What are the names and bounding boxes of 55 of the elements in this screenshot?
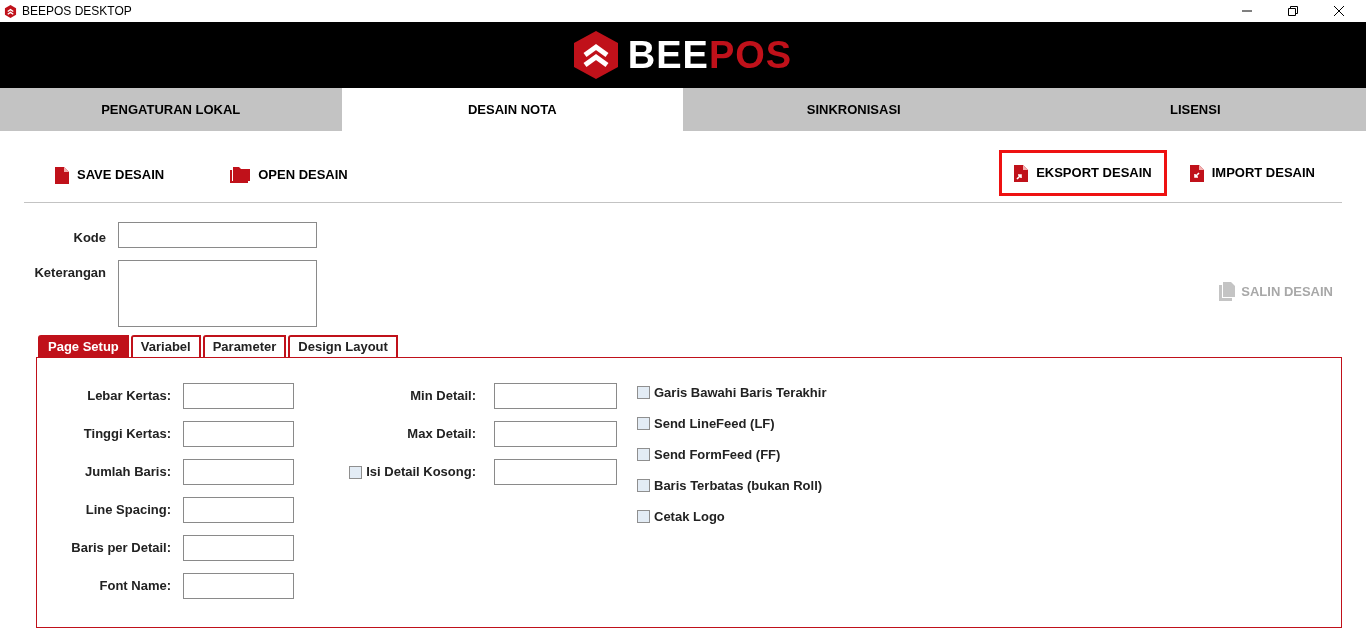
main-tab[interactable]: PENGATURAN LOKAL bbox=[0, 88, 342, 131]
restore-icon bbox=[1288, 6, 1298, 16]
input-field[interactable] bbox=[183, 535, 294, 561]
input-field[interactable] bbox=[183, 459, 294, 485]
field-label: Isi Detail Kosong: bbox=[366, 463, 476, 482]
field-label: Min Detail: bbox=[410, 387, 476, 406]
toolbar-button[interactable]: EKSPORT DESAIN bbox=[999, 150, 1167, 196]
toolbar-button[interactable]: IMPORT DESAIN bbox=[1174, 150, 1330, 196]
field-label: Line Spacing: bbox=[84, 501, 171, 520]
sub-tab[interactable]: Design Layout bbox=[288, 335, 398, 357]
logo-text: BEEPOS bbox=[627, 32, 793, 78]
checkbox-label: Baris Terbatas (bukan Roll) bbox=[654, 476, 823, 495]
text-area[interactable] bbox=[118, 260, 317, 327]
field-label: Baris per Detail: bbox=[70, 539, 171, 558]
input-field[interactable] bbox=[183, 383, 294, 409]
field-label: Tinggi Kertas: bbox=[82, 425, 171, 444]
main-tab[interactable]: SINKRONISASI bbox=[683, 88, 1025, 131]
field-label: Keterangan bbox=[33, 264, 106, 282]
checkbox[interactable] bbox=[637, 386, 650, 399]
toolbar-button[interactable]: SAVE DESAIN bbox=[40, 152, 180, 198]
input-field[interactable] bbox=[183, 573, 294, 599]
field-label: Font Name: bbox=[98, 577, 171, 596]
field-label: Max Detail: bbox=[407, 425, 476, 444]
checkbox-label: Garis Bawahi Baris Terakhir bbox=[654, 383, 827, 402]
checkbox-label: Cetak Logo bbox=[654, 507, 725, 526]
checkbox[interactable] bbox=[349, 465, 363, 479]
close-icon bbox=[1334, 6, 1344, 16]
document-icon bbox=[55, 166, 69, 184]
checkbox-label: Send LineFeed (LF) bbox=[654, 414, 775, 433]
window-title: BEEPOS DESKTOP bbox=[22, 3, 132, 20]
checkbox[interactable] bbox=[637, 417, 650, 430]
checkbox[interactable] bbox=[637, 448, 650, 461]
input-field[interactable] bbox=[494, 421, 617, 447]
field-label: Kode bbox=[72, 229, 106, 247]
input-field[interactable] bbox=[183, 497, 294, 523]
main-tab[interactable]: LISENSI bbox=[1024, 88, 1366, 131]
sub-tab[interactable]: Page Setup bbox=[38, 335, 129, 357]
input-field[interactable] bbox=[494, 459, 617, 485]
hexagon-logo-icon bbox=[573, 31, 618, 79]
sub-tab[interactable]: Parameter bbox=[202, 335, 287, 357]
app-logo-icon bbox=[4, 4, 17, 18]
checkbox[interactable] bbox=[637, 479, 650, 492]
field-label: Jumlah Baris: bbox=[84, 463, 171, 482]
folder-icon bbox=[230, 167, 251, 183]
document-arrow-icon bbox=[1014, 164, 1029, 182]
input-field[interactable] bbox=[118, 222, 317, 248]
input-field[interactable] bbox=[183, 421, 294, 447]
document-arrow-icon bbox=[1189, 164, 1204, 182]
checkbox[interactable] bbox=[637, 510, 650, 523]
sub-tab[interactable]: Variabel bbox=[130, 335, 201, 357]
toolbar-button[interactable]: OPEN DESAIN bbox=[215, 152, 363, 198]
field-label: Lebar Kertas: bbox=[86, 387, 171, 406]
input-field[interactable] bbox=[494, 383, 617, 409]
checkbox-label: Send FormFeed (FF) bbox=[654, 445, 781, 464]
copy-icon bbox=[1219, 282, 1236, 302]
